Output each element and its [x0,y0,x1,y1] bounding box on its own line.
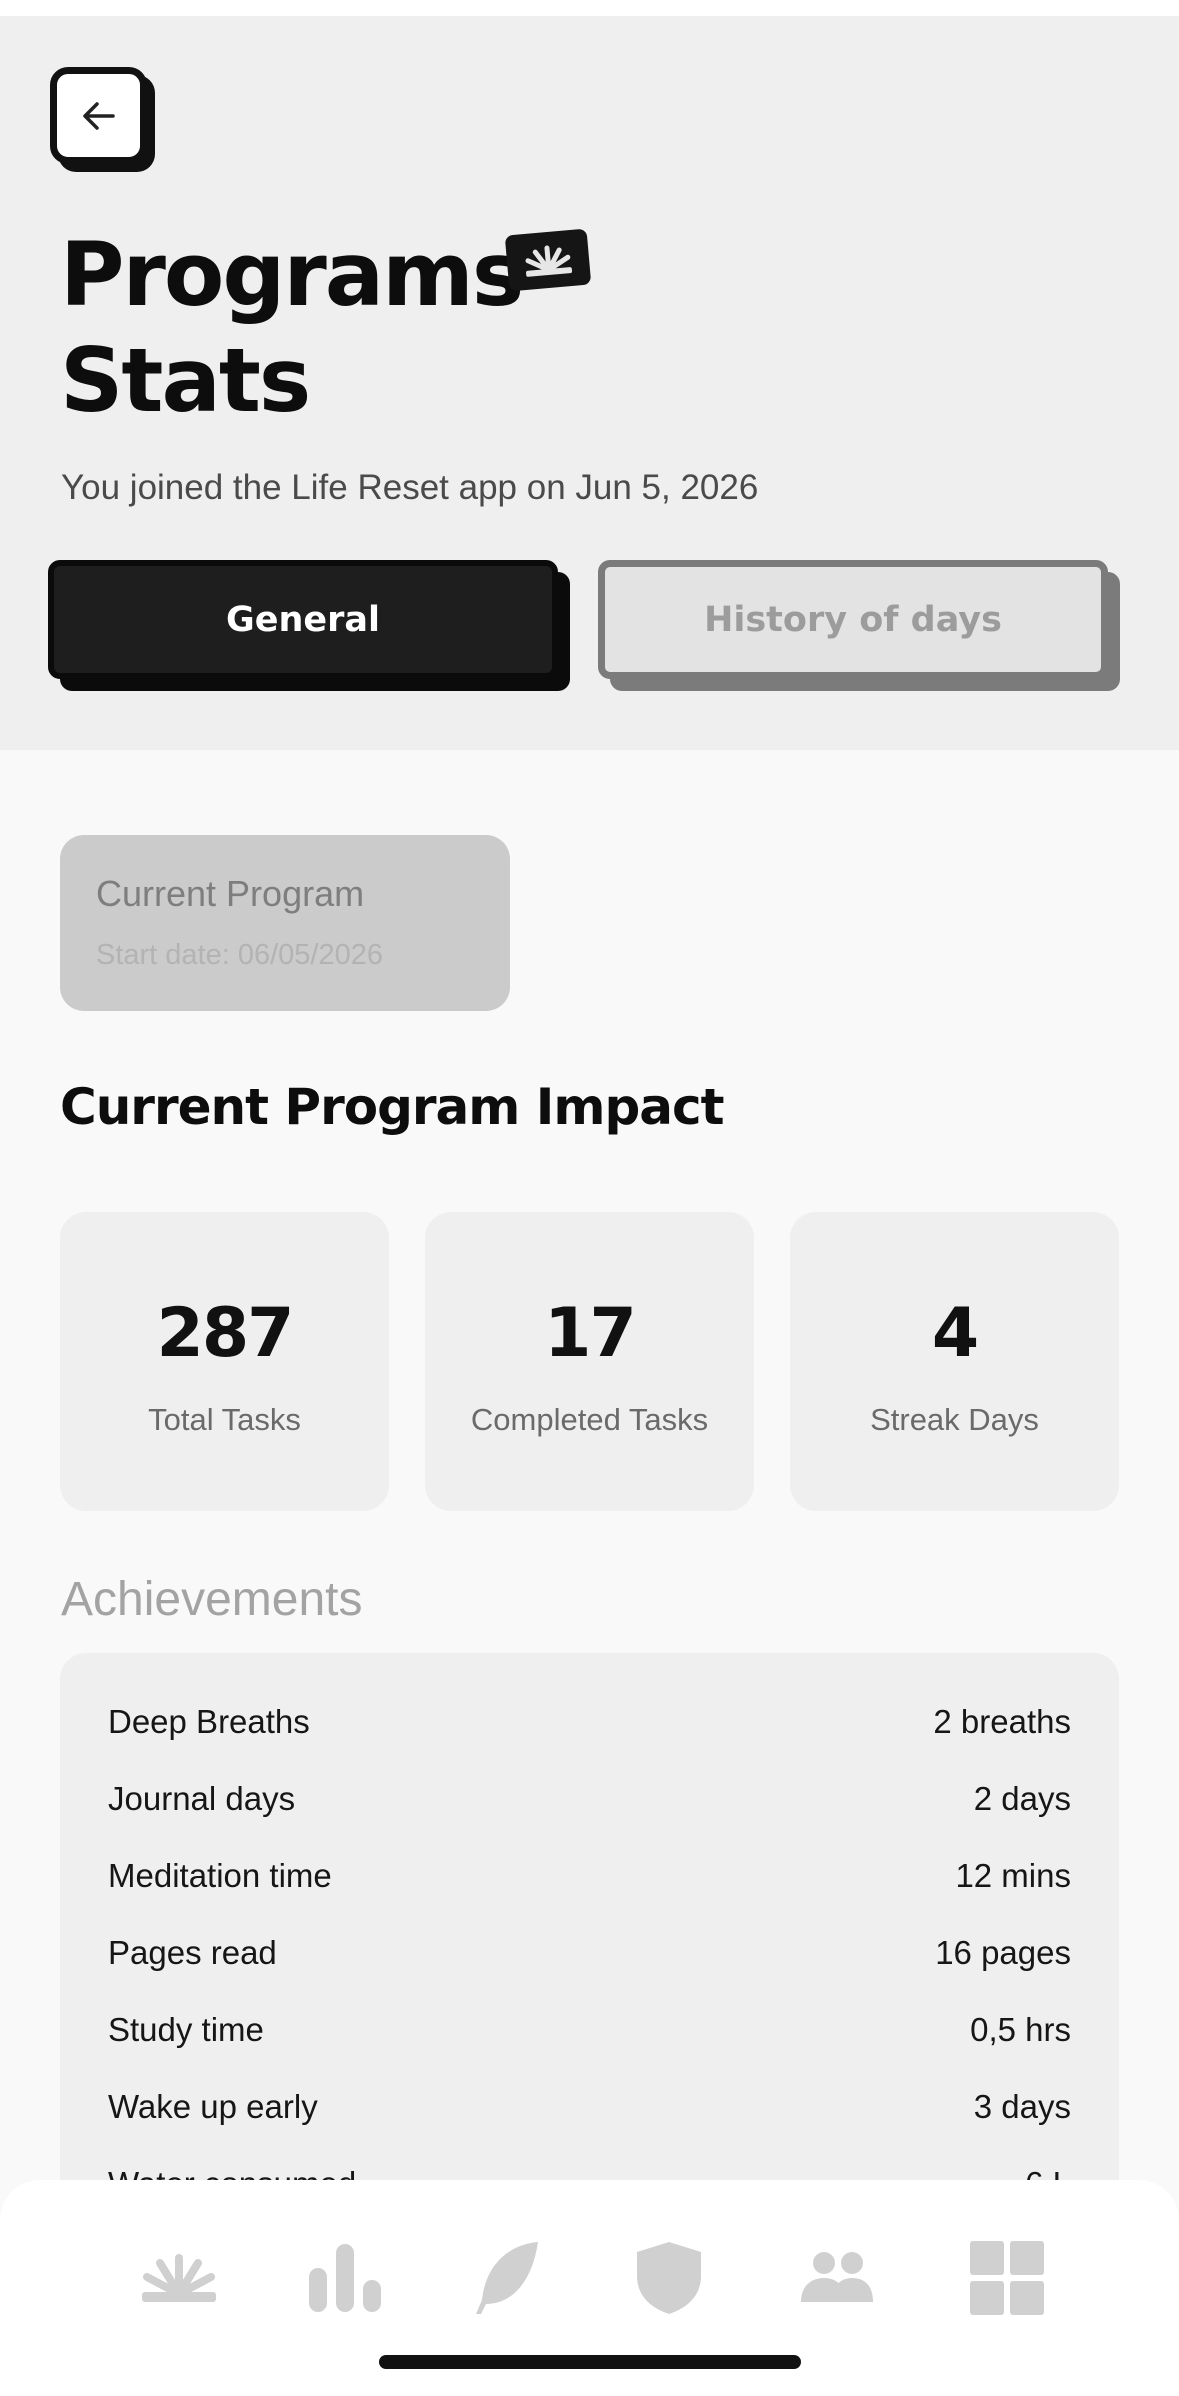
tab-general-label: General [48,560,558,679]
achievement-label: Study time [108,2011,264,2048]
home-indicator[interactable] [379,2355,801,2369]
list-item: Study time 0,5 hrs [108,2005,1071,2055]
arrow-left-icon [82,101,115,130]
tab-history-label: History of days [598,560,1108,679]
nav-item-protection[interactable] [624,2233,714,2323]
nav-item-more[interactable] [962,2233,1052,2323]
stat-value: 287 [156,1294,295,1373]
stat-value: 4 [931,1294,979,1373]
shield-icon [637,2242,701,2314]
stat-card-total-tasks: 287 Total Tasks [60,1212,389,1511]
achievement-label: Wake up early [108,2088,318,2125]
nav-item-stats[interactable] [300,2233,390,2323]
achievements-title: Achievements [61,1573,363,1626]
joined-date-text: You joined the Life Reset app on Jun 5, … [61,468,759,507]
achievement-label: Deep Breaths [108,1703,310,1740]
list-item: Pages read 16 pages [108,1928,1071,1978]
stat-label: Completed Tasks [470,1402,709,1437]
bar-chart-icon [309,2244,381,2312]
achievement-value: 2 breaths [933,1703,1071,1740]
list-item: Deep Breaths 2 breaths [108,1697,1071,1747]
stat-card-completed-tasks: 17 Completed Tasks [425,1212,754,1511]
impact-section-title: Current Program Impact [60,1078,725,1136]
achievement-value: 12 mins [955,1857,1071,1894]
achievement-label: Journal days [108,1780,296,1817]
sunrise-icon [525,245,573,277]
achievement-value: 2 days [973,1780,1071,1817]
achievement-label: Meditation time [108,1857,332,1894]
achievement-value: 16 pages [935,1934,1071,1971]
program-name: Current Program [96,873,365,914]
nav-item-journal[interactable] [462,2233,552,2323]
achievement-label: Pages read [108,1934,277,1971]
back-button[interactable] [50,67,155,172]
list-item: Meditation time 12 mins [108,1851,1071,1901]
stat-label: Streak Days [870,1402,1039,1437]
program-start-date: Start date: 06/05/2026 [96,939,383,971]
sunrise-icon [142,2254,216,2302]
status-bar-area [0,0,1179,16]
page-title: Programs Stats [60,222,524,434]
achievement-value: 0,5 hrs [970,2011,1071,2048]
tab-history-of-days[interactable]: History of days [598,560,1120,691]
stat-label: Total Tasks [148,1402,301,1437]
feather-icon [476,2242,538,2314]
list-item: Wake up early 3 days [108,2082,1071,2132]
sunrise-logo-badge [504,228,592,292]
bottom-nav [0,2180,1179,2396]
nav-item-community[interactable] [792,2233,882,2323]
page-title-line2: Stats [60,329,311,432]
stat-value: 17 [544,1294,637,1373]
page-title-line1: Programs [60,223,524,326]
stat-card-streak-days: 4 Streak Days [790,1212,1119,1511]
nav-item-home[interactable] [134,2233,224,2323]
list-item: Journal days 2 days [108,1774,1071,1824]
tab-general[interactable]: General [48,560,570,691]
current-program-card[interactable]: Current Program Start date: 06/05/2026 [60,835,510,1011]
people-icon [801,2252,873,2302]
grid-icon [970,2241,1044,2315]
achievement-value: 3 days [973,2088,1071,2125]
